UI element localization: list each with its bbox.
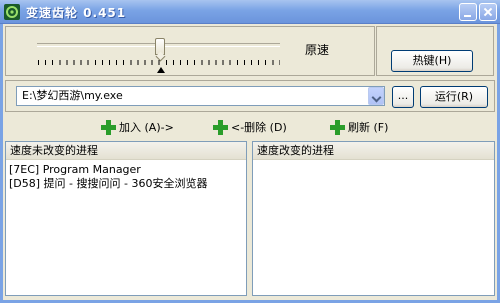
close-button[interactable] (479, 3, 497, 21)
browse-button[interactable]: ... (392, 86, 414, 108)
refresh-action[interactable]: 刷新 (F) (330, 119, 388, 135)
unchanged-process-list[interactable]: 速度未改变的进程 [7EC] Program Manager [D58] 提问 … (5, 141, 247, 296)
title-bar[interactable]: 变速齿轮 0.451 (0, 0, 500, 24)
window-title: 变速齿轮 0.451 (26, 6, 127, 20)
hotkey-button[interactable]: 热键(H) (391, 50, 473, 72)
speed-slider-thumb[interactable] (155, 38, 165, 55)
refresh-action-label: 刷新 (F) (348, 121, 389, 134)
gear-app-icon (4, 4, 20, 20)
path-combobox[interactable]: E:\梦幻西游\my.exe (16, 86, 385, 106)
list-item[interactable]: [D58] 提问 - 搜搜问问 - 360安全浏览器 (6, 177, 246, 191)
slider-ticks (38, 60, 280, 65)
add-action-label: 加入 (A)-> (119, 121, 174, 134)
minimize-button[interactable] (459, 3, 477, 21)
changed-list-header[interactable]: 速度改变的进程 (253, 142, 494, 160)
changed-process-list[interactable]: 速度改变的进程 (252, 141, 495, 296)
remove-action[interactable]: <-删除 (D) (213, 119, 287, 135)
run-button[interactable]: 运行(R) (420, 86, 488, 108)
plus-icon (101, 119, 116, 135)
add-action[interactable]: 加入 (A)-> (101, 119, 174, 135)
plus-icon (213, 119, 228, 135)
speed-label: 原速 (305, 43, 330, 57)
chevron-down-icon[interactable] (368, 87, 384, 105)
plus-icon (330, 119, 345, 135)
normal-speed-marker (157, 67, 165, 73)
list-item[interactable]: [7EC] Program Manager (6, 163, 246, 177)
unchanged-list-header[interactable]: 速度未改变的进程 (6, 142, 246, 160)
remove-action-label: <-删除 (D) (231, 121, 287, 134)
